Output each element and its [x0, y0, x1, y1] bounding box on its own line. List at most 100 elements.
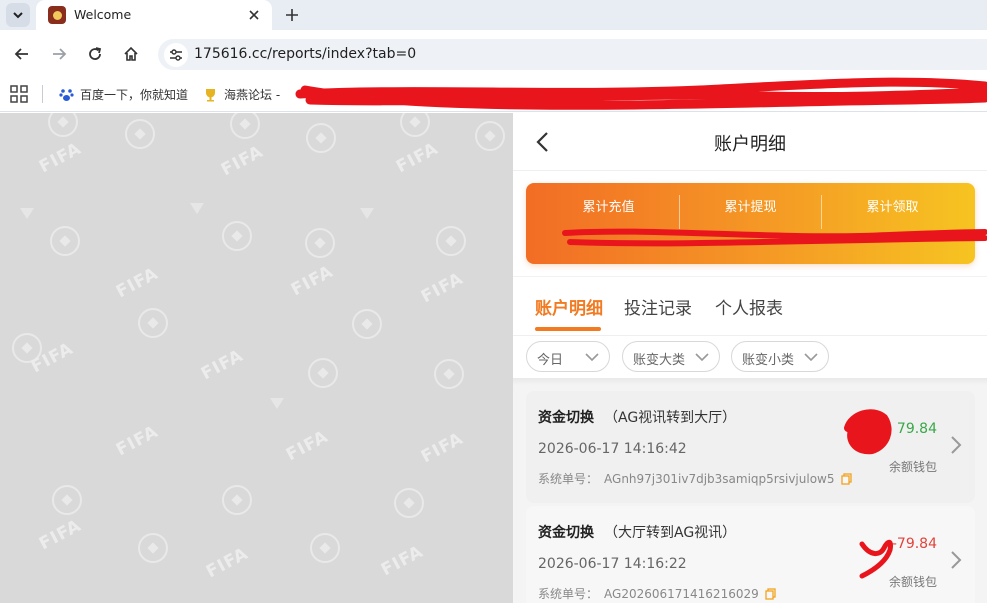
triangle-icon [270, 398, 284, 409]
order-number: AGnh97j301iv7djb3samiqp5rsivjulow5 [604, 471, 835, 486]
football-icon [308, 358, 338, 388]
fifa-watermark: FIFA [217, 141, 267, 181]
record-type: 资金切换 [538, 525, 594, 541]
fifa-watermark: FIFA [417, 428, 467, 468]
bookmark-baidu[interactable]: 百度一下，你就知道 [58, 86, 188, 103]
arrow-left-icon [14, 48, 28, 60]
record-wallet: 余额钱包 [888, 575, 937, 589]
fifa-watermark: FIFA [112, 421, 162, 461]
site-favicon-icon [48, 6, 66, 24]
records-list: 资金切换 （AG视讯转到大厅） 2026-06-17 14:16:42 系统单号：… [513, 386, 987, 603]
filter-label: 账变大类 [633, 353, 686, 368]
apps-grid-icon[interactable] [10, 85, 28, 103]
record-card[interactable]: 资金切换 （大厅转到AG视讯） 2026-06-17 14:16:22 系统单号：… [526, 506, 975, 603]
football-icon [125, 119, 155, 149]
active-tab-indicator [535, 327, 601, 331]
football-icon [222, 485, 252, 515]
tab-account-details[interactable]: 账户明细 [535, 294, 603, 319]
chevron-down-icon [13, 12, 23, 19]
close-icon [249, 10, 259, 20]
subcategory-filter-select[interactable]: 账变小类 [731, 341, 829, 372]
record-wallet: 余额钱包 [888, 460, 937, 474]
filter-bar: 今日 账变大类 账变小类 [513, 335, 987, 379]
trophy-icon [202, 87, 218, 103]
fifa-watermark: FIFA [197, 345, 247, 385]
fifa-watermark: FIFA [35, 515, 85, 555]
bookmarks-bar: 百度一下，你就知道 海燕论坛 - [0, 77, 987, 112]
record-title: 资金切换 （大厅转到AG视讯） [538, 522, 736, 542]
plus-icon [286, 9, 298, 21]
page-background-pattern: FIFA FIFA FIFA FIFA FIFA FIFA FIFA FIFA … [0, 113, 513, 603]
site-info-button[interactable] [164, 43, 188, 67]
football-icon [48, 113, 78, 137]
tab-search-button[interactable] [6, 3, 30, 27]
filter-label: 账变小类 [742, 353, 795, 368]
record-amount: -79.84 [891, 536, 937, 552]
fifa-watermark: FIFA [202, 543, 252, 583]
close-tab-button[interactable] [244, 5, 264, 25]
fifa-watermark: FIFA [282, 426, 332, 466]
football-icon [230, 113, 260, 139]
record-card[interactable]: 资金切换 （AG视讯转到大厅） 2026-06-17 14:16:42 系统单号：… [526, 391, 975, 503]
triangle-icon [20, 208, 34, 219]
football-icon [138, 308, 168, 338]
address-bar[interactable]: 175616.cc/reports/index?tab=0 [158, 39, 987, 70]
record-order: 系统单号： AG202606171416216029 [538, 585, 776, 602]
summary-deposit: 累计充值 [538, 183, 679, 264]
summary-card: 累计充值 累计提现 累计领取 [526, 183, 975, 264]
tab-personal-report[interactable]: 个人报表 [715, 294, 783, 319]
reload-button[interactable] [82, 41, 108, 67]
arrow-right-icon [53, 48, 67, 60]
record-detail: （大厅转到AG视讯） [604, 525, 737, 541]
tab-title: Welcome [74, 7, 132, 22]
bookmark-haiyan[interactable]: 海燕论坛 - [202, 86, 280, 103]
category-filter-select[interactable]: 账变大类 [622, 341, 720, 372]
date-filter-select[interactable]: 今日 [526, 341, 610, 372]
page-title: 账户明细 [714, 134, 786, 155]
football-icon [138, 533, 168, 563]
filter-label: 今日 [537, 353, 564, 368]
chevron-right-icon [951, 436, 962, 454]
filter-shadow [513, 378, 987, 386]
football-icon [52, 485, 82, 515]
home-button[interactable] [118, 41, 144, 67]
copy-icon[interactable] [765, 587, 776, 600]
forward-button[interactable] [46, 41, 72, 67]
record-detail: （AG视讯转到大厅） [604, 410, 737, 426]
copy-icon[interactable] [840, 472, 852, 485]
chevron-right-icon [951, 551, 962, 569]
tab-bet-records[interactable]: 投注记录 [624, 294, 692, 319]
summary-claimed: 累计领取 [822, 183, 963, 264]
reload-icon [89, 47, 102, 60]
bookmarks-separator [42, 85, 43, 103]
football-icon [310, 533, 340, 563]
triangle-icon [190, 203, 204, 214]
football-icon [434, 359, 464, 389]
football-icon [305, 228, 335, 258]
order-label: 系统单号： [538, 472, 599, 486]
chevron-down-icon [585, 353, 599, 362]
record-time: 2026-06-17 14:16:42 [538, 441, 687, 457]
football-icon [306, 123, 336, 153]
back-button[interactable] [9, 41, 35, 67]
fifa-watermark: FIFA [417, 268, 467, 308]
record-type: 资金切换 [538, 410, 594, 426]
record-tabs: 账户明细 投注记录 个人报表 [513, 276, 987, 334]
tune-icon [170, 49, 182, 61]
football-icon [436, 226, 466, 256]
football-icon [394, 488, 424, 518]
chevron-down-icon [695, 353, 709, 362]
fifa-watermark: FIFA [377, 541, 427, 581]
record-title: 资金切换 （AG视讯转到大厅） [538, 407, 736, 427]
browser-tab[interactable]: Welcome [36, 0, 272, 30]
order-number: AG202606171416216029 [604, 586, 759, 601]
account-details-panel: 账户明细 累计充值 累计提现 累计领取 账户明细 投注记录 个人报表 今日 账变… [513, 113, 987, 603]
fifa-watermark: FIFA [287, 261, 337, 301]
summary-label: 累计提现 [724, 200, 777, 215]
summary-withdraw: 累计提现 [680, 183, 821, 264]
paw-icon [58, 87, 74, 103]
new-tab-button[interactable] [280, 3, 304, 27]
url-text[interactable]: 175616.cc/reports/index?tab=0 [194, 46, 416, 62]
record-amount: 79.84 [896, 421, 937, 437]
football-icon [50, 226, 80, 256]
